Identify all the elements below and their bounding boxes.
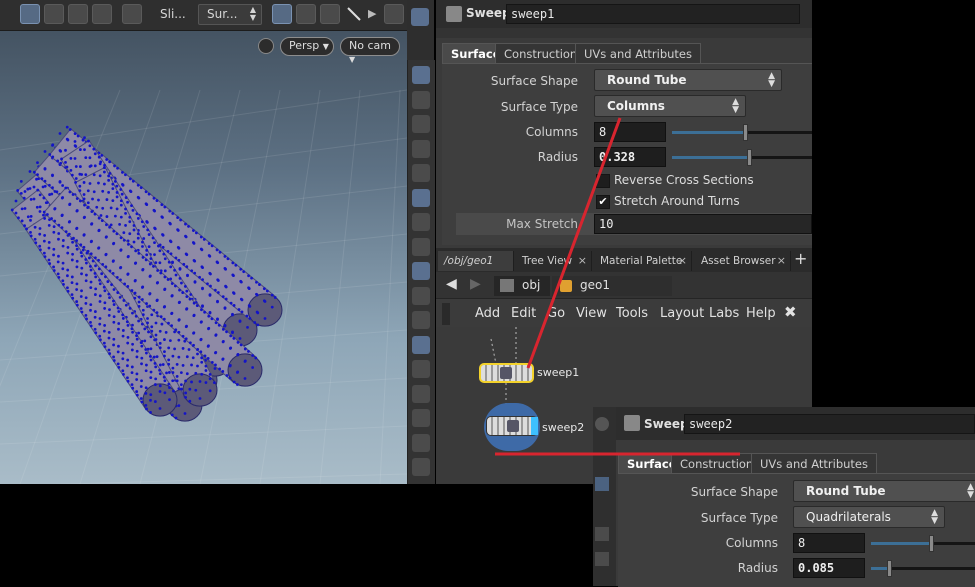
- annotation-line-sweep1: [526, 117, 622, 369]
- annotation-lines: [495, 117, 740, 456]
